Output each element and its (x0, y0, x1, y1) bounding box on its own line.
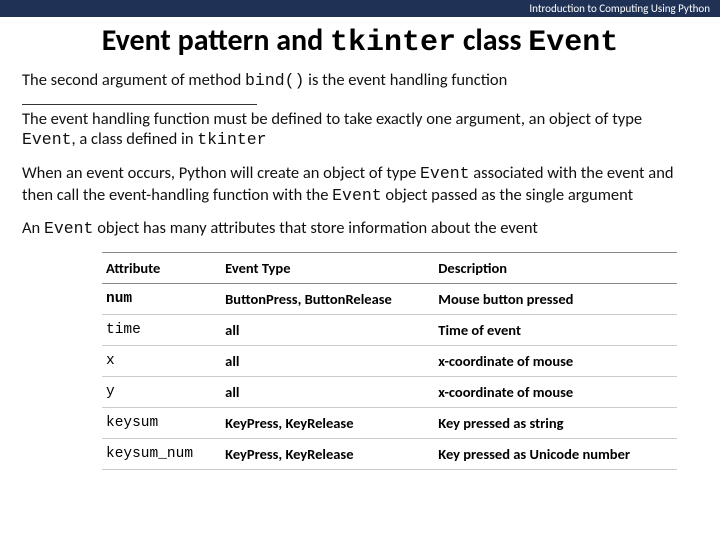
cell-desc: Key pressed as Unicode number (434, 438, 677, 469)
p3b: Event (420, 164, 470, 183)
cell-type: all (221, 376, 434, 407)
cell-attr: y (102, 376, 221, 407)
paragraph-3: When an event occurs, Python will create… (22, 163, 698, 206)
paragraph-1: The second argument of method bind() is … (22, 70, 698, 92)
cell-attr: num (102, 283, 221, 314)
p3e: object passed as the single argument (382, 185, 634, 205)
cell-desc: Mouse button pressed (434, 283, 677, 314)
cell-type: ButtonPress, ButtonRelease (221, 283, 434, 314)
cell-desc: x-coordinate of mouse (434, 345, 677, 376)
th-description: Description (434, 252, 677, 283)
header-bar: Introduction to Computing Using Python (0, 0, 720, 17)
cell-desc: Key pressed as string (434, 407, 677, 438)
course-label: Introduction to Computing Using Python (529, 2, 710, 15)
paragraph-4: An Event object has many attributes that… (22, 218, 698, 240)
content: The second argument of method bind() is … (0, 70, 720, 470)
table-row: x all x-coordinate of mouse (102, 345, 677, 376)
p2b: Event (22, 130, 72, 149)
th-event-type: Event Type (221, 252, 434, 283)
cell-attr: keysum_num (102, 438, 221, 469)
cell-type: all (221, 314, 434, 345)
cell-attr: time (102, 314, 221, 345)
table-header-row: Attribute Event Type Description (102, 252, 677, 283)
title-mono2: Event (528, 26, 618, 60)
p2c: , a class defined in (72, 129, 198, 149)
p1a: The second argument of method (22, 70, 245, 90)
th-attribute: Attribute (102, 252, 221, 283)
table-row: y all x-coordinate of mouse (102, 376, 677, 407)
title-mid: class (456, 22, 528, 59)
p4a: An (22, 218, 44, 238)
cell-type: KeyPress, KeyRelease (221, 438, 434, 469)
page-title: Event pattern and tkinter class Event (0, 17, 720, 70)
table-row: num ButtonPress, ButtonRelease Mouse but… (102, 283, 677, 314)
table-row: time all Time of event (102, 314, 677, 345)
cell-desc: Time of event (434, 314, 677, 345)
title-pre: Event pattern and (102, 22, 330, 59)
p1c: is the event handling function (304, 70, 507, 90)
p1b: bind() (245, 71, 304, 90)
table-row: keysum KeyPress, KeyRelease Key pressed … (102, 407, 677, 438)
p4c: object has many attributes that store in… (93, 218, 537, 238)
p3d: Event (332, 186, 382, 205)
title-mono1: tkinter (330, 26, 456, 60)
attribute-table: Attribute Event Type Description num But… (102, 252, 677, 470)
cell-desc: x-coordinate of mouse (434, 376, 677, 407)
cell-attr: x (102, 345, 221, 376)
p4b: Event (44, 219, 94, 238)
table-row: keysum_num KeyPress, KeyRelease Key pres… (102, 438, 677, 469)
divider-line (22, 104, 257, 105)
p3a: When an event occurs, Python will create… (22, 163, 420, 183)
cell-type: KeyPress, KeyRelease (221, 407, 434, 438)
paragraph-2: The event handling function must be defi… (22, 109, 698, 151)
cell-type: all (221, 345, 434, 376)
cell-attr: keysum (102, 407, 221, 438)
p2d: tkinter (197, 130, 266, 149)
p2a: The event handling function must be defi… (22, 109, 642, 129)
